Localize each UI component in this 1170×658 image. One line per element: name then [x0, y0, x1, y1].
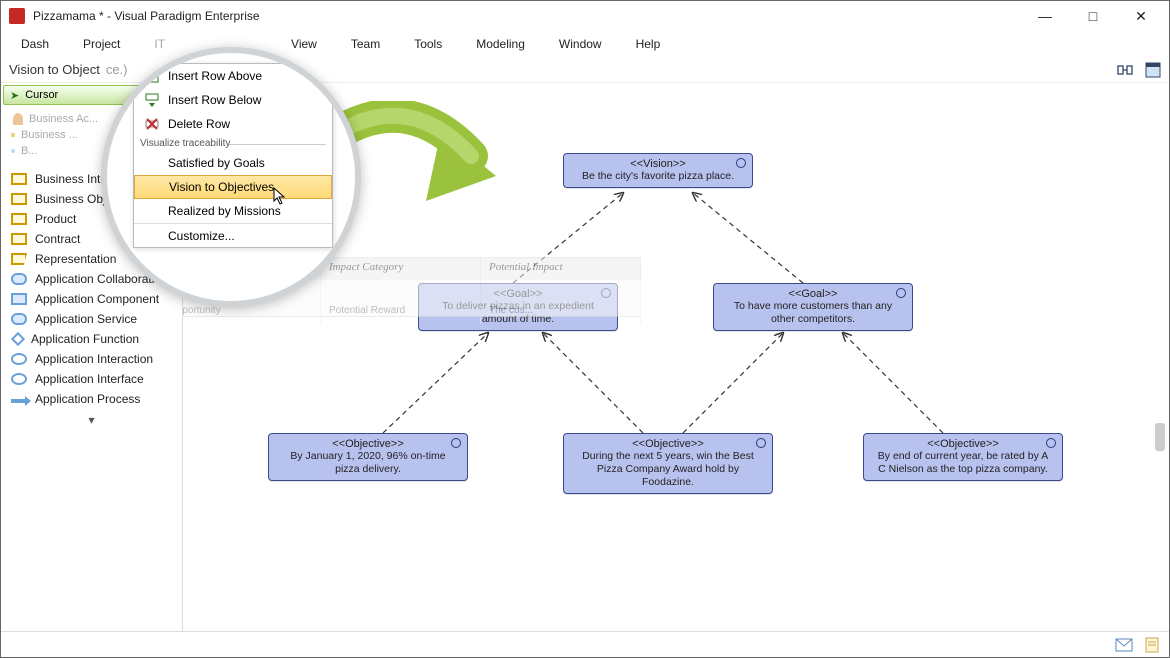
palette-item-app-service[interactable]: Application Service [1, 309, 182, 329]
menu-vision-to-objectives[interactable]: Vision to Objectives [134, 175, 332, 199]
menu-satisfied-by-goals[interactable]: Satisfied by Goals [134, 151, 332, 175]
cursor-pointer-icon [273, 187, 287, 208]
rect-icon [11, 193, 27, 205]
context-menu: Insert Row Above Insert Row Below Delete… [133, 63, 333, 248]
menu-view[interactable]: View [277, 33, 331, 55]
node-objective-2[interactable]: <<Objective>> During the next 5 years, w… [563, 433, 773, 494]
magnifier-overlay: Insert Row Above Insert Row Below Delete… [101, 47, 361, 307]
menu-insert-row-below[interactable]: Insert Row Below [134, 88, 332, 112]
node-objective-1[interactable]: <<Objective>> By January 1, 2020, 96% on… [268, 433, 468, 481]
scrollbar-vertical[interactable] [1155, 423, 1165, 451]
rect-icon [11, 173, 27, 185]
node-marker-icon [896, 288, 906, 298]
node-vision[interactable]: <<Vision>> Be the city's favorite pizza … [563, 153, 753, 188]
maximize-button[interactable]: □ [1073, 8, 1113, 25]
menu-team[interactable]: Team [337, 33, 394, 55]
menu-realized-by-missions[interactable]: Realized by Missions [134, 199, 332, 223]
menu-delete-row[interactable]: Delete Row [134, 112, 332, 136]
node-marker-icon [756, 438, 766, 448]
titlebar: Pizzamama * - Visual Paradigm Enterprise… [1, 1, 1169, 31]
col-impact-category[interactable]: Impact Category [321, 258, 481, 280]
menu-insert-row-above[interactable]: Insert Row Above [134, 64, 332, 88]
cyl-icon [11, 313, 27, 325]
rect-icon [11, 293, 27, 305]
cyl-icon [11, 273, 27, 285]
menu-it[interactable]: IT [140, 33, 179, 55]
node-objective-3[interactable]: <<Objective>> By end of current year, be… [863, 433, 1063, 481]
palette-item-app-function[interactable]: Application Function [1, 329, 182, 349]
arrow-icon [11, 399, 27, 403]
palette-more[interactable]: ▾ [1, 409, 182, 431]
panel-toggle-icon[interactable] [1145, 62, 1161, 78]
cursor-icon: ➤ [10, 89, 19, 102]
menu-tools[interactable]: Tools [400, 33, 456, 55]
diamond-icon [11, 332, 25, 346]
menu-modeling[interactable]: Modeling [462, 33, 539, 55]
col-potential-impact[interactable]: Potential Impact [481, 258, 641, 280]
circle-icon [11, 373, 27, 385]
menu-customize[interactable]: Customize... [134, 223, 332, 247]
menubar: Dash Project IT — — View Team Tools Mode… [1, 31, 1169, 57]
palette-item-app-interaction[interactable]: Application Interaction [1, 349, 182, 369]
circle-icon [11, 353, 27, 365]
app-logo-icon [9, 8, 25, 24]
rect-icon [11, 233, 27, 245]
node-goal-2[interactable]: <<Goal>> To have more customers than any… [713, 283, 913, 331]
palette-item-app-component[interactable]: Application Component [1, 289, 182, 309]
window-title: Pizzamama * - Visual Paradigm Enterprise [33, 9, 1025, 23]
palette-item-app-interface[interactable]: Application Interface [1, 369, 182, 389]
menu-group-traceability: Visualize traceability [134, 136, 332, 151]
minimize-button[interactable]: — [1025, 8, 1065, 25]
node-marker-icon [451, 438, 461, 448]
breadcrumb[interactable]: Vision to Object [9, 62, 100, 77]
breadcrumb-tail: ce.) [106, 62, 128, 77]
node-marker-icon [736, 158, 746, 168]
rect-icon [11, 213, 27, 225]
menu-window[interactable]: Window [545, 33, 616, 55]
statusbar [1, 631, 1169, 657]
diagram-overview-icon[interactable] [1117, 63, 1135, 77]
palette-cursor-label: Cursor [25, 89, 58, 101]
node-marker-icon [1046, 438, 1056, 448]
insert-above-icon [144, 68, 160, 84]
palette-item-app-process[interactable]: Application Process [1, 389, 182, 409]
delete-icon [144, 116, 160, 132]
mail-icon[interactable] [1115, 638, 1133, 652]
menu-help[interactable]: Help [622, 33, 675, 55]
close-button[interactable]: ✕ [1121, 8, 1161, 25]
insert-below-icon [144, 92, 160, 108]
flag-icon [11, 253, 27, 265]
menu-dash[interactable]: Dash [7, 33, 63, 55]
menu-project[interactable]: Project [69, 33, 134, 55]
note-icon[interactable] [1145, 637, 1159, 653]
